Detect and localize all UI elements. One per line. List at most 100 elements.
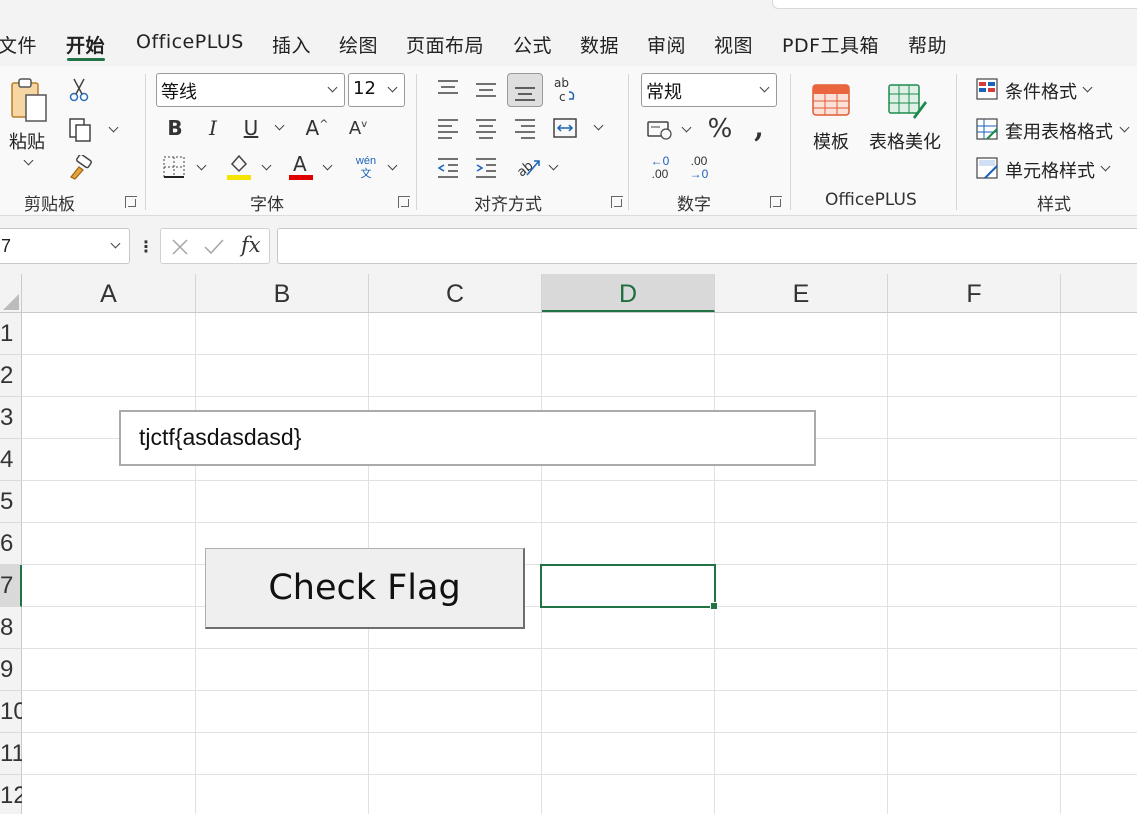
row-header-9[interactable]: 9 (0, 649, 22, 691)
column-header-f[interactable]: F (888, 274, 1061, 312)
decrease-font-size-button[interactable]: Av (343, 114, 373, 142)
enter-check-icon[interactable] (203, 238, 225, 256)
paste-button[interactable] (6, 76, 54, 126)
column-header-b[interactable]: B (196, 274, 369, 312)
align-bottom-button[interactable] (507, 73, 543, 107)
gridline (22, 396, 1137, 397)
font-size-select[interactable]: 12 (348, 73, 405, 107)
font-launcher-icon[interactable] (398, 196, 410, 208)
increase-font-size-button[interactable]: A^ (302, 114, 332, 142)
tab-view[interactable]: 视图 (714, 31, 753, 58)
accounting-format-button[interactable] (645, 116, 675, 144)
wrap-text-button[interactable]: ab c (551, 74, 581, 106)
search-box[interactable] (772, 0, 1137, 9)
alignment-launcher-icon[interactable] (611, 196, 623, 208)
align-middle-button[interactable] (472, 74, 500, 104)
decrease-indent-button[interactable] (434, 153, 462, 181)
row-header-6[interactable]: 6 (0, 523, 22, 565)
merge-center-button[interactable] (550, 114, 580, 142)
phonetic-button[interactable]: wén 文 (352, 152, 380, 184)
merge-dropdown-icon[interactable] (593, 120, 604, 131)
align-left-button[interactable] (434, 114, 462, 142)
tab-data[interactable]: 数据 (580, 31, 619, 58)
borders-dropdown-icon[interactable] (196, 160, 207, 171)
more-options-icon[interactable]: ⋮ (138, 234, 154, 260)
table-beautify-button[interactable] (884, 80, 928, 120)
row-header-2[interactable]: 2 (0, 355, 22, 397)
column-header-g[interactable] (1061, 274, 1137, 312)
row-header-1[interactable]: 1 (0, 313, 22, 355)
borders-button[interactable] (161, 154, 187, 180)
align-top-button[interactable] (434, 74, 462, 104)
number-format-select[interactable]: 常规 (641, 73, 777, 107)
clipboard-launcher-icon[interactable] (125, 196, 137, 208)
column-header-e[interactable]: E (715, 274, 888, 312)
chevron-down-icon[interactable] (1082, 82, 1093, 93)
fill-color-dropdown-icon[interactable] (261, 160, 272, 171)
underline-dropdown-icon[interactable] (274, 120, 285, 131)
chevron-down-icon[interactable] (1119, 122, 1130, 133)
svg-text:ab: ab (554, 76, 569, 90)
number-launcher-icon[interactable] (770, 196, 782, 208)
font-color-dropdown-icon[interactable] (322, 160, 333, 171)
table-format-button[interactable]: 套用表格格式 (1005, 118, 1113, 144)
underline-button[interactable]: U (238, 114, 264, 142)
row-header-8[interactable]: 8 (0, 607, 22, 649)
row-header-10[interactable]: 10 (0, 691, 22, 733)
column-header-d[interactable]: D (542, 274, 715, 312)
italic-button[interactable]: I (200, 114, 226, 142)
comma-style-button[interactable]: , (748, 111, 770, 144)
align-right-button[interactable] (511, 114, 539, 142)
select-all-button[interactable] (0, 274, 22, 312)
tab-officeplus[interactable]: OfficePLUS (136, 31, 244, 53)
increase-indent-button[interactable] (472, 153, 500, 181)
tab-pdf-toolbox[interactable]: PDF工具箱 (782, 31, 879, 58)
row-header-11[interactable]: 11 (0, 733, 22, 775)
flag-textbox[interactable]: tjctf{asdasdasd} (119, 410, 816, 466)
font-name-select[interactable]: 等线 (156, 73, 345, 107)
worksheet-grid[interactable] (22, 313, 1137, 814)
tab-review[interactable]: 审阅 (647, 31, 686, 58)
font-size-value: 12 (353, 78, 376, 99)
tab-draw[interactable]: 绘图 (339, 31, 378, 58)
cancel-icon[interactable] (171, 238, 189, 256)
row-header-7[interactable]: 7 (0, 565, 22, 607)
format-painter-button[interactable] (66, 154, 94, 182)
name-box[interactable]: 7 (0, 228, 130, 264)
orientation-dropdown-icon[interactable] (548, 160, 559, 171)
active-cell-d7[interactable] (540, 564, 718, 610)
align-center-button[interactable] (472, 114, 500, 142)
cut-button[interactable] (66, 76, 92, 104)
column-header-c[interactable]: C (369, 274, 542, 312)
tab-insert[interactable]: 插入 (272, 31, 311, 58)
column-header-a[interactable]: A (22, 274, 196, 312)
decrease-decimal-button[interactable]: .00 →0 (684, 152, 714, 184)
row-header-4[interactable]: 4 (0, 439, 22, 481)
tab-file[interactable]: 文件 (0, 31, 37, 58)
font-color-button[interactable]: A (288, 152, 314, 182)
copy-dropdown-icon[interactable] (108, 122, 119, 133)
row-header-12[interactable]: 12 (0, 775, 22, 814)
percent-button[interactable]: % (705, 114, 735, 144)
bold-button[interactable]: B (162, 114, 188, 142)
template-button[interactable] (810, 80, 854, 120)
tab-formulas[interactable]: 公式 (513, 31, 552, 58)
tab-help[interactable]: 帮助 (908, 31, 947, 58)
tab-home[interactable]: 开始 (66, 31, 105, 58)
increase-decimal-button[interactable]: ←0 .00 (645, 152, 675, 184)
row-header-5[interactable]: 5 (0, 481, 22, 523)
insert-function-button[interactable]: fx (241, 233, 261, 257)
paste-dropdown-icon[interactable] (23, 155, 34, 166)
copy-button[interactable] (66, 116, 94, 144)
cell-styles-button[interactable]: 单元格样式 (1005, 157, 1095, 183)
row-header-3[interactable]: 3 (0, 397, 22, 439)
conditional-format-button[interactable]: 条件格式 (1005, 78, 1077, 104)
check-flag-button[interactable]: Check Flag (205, 548, 525, 629)
orientation-button[interactable]: ab (514, 152, 544, 182)
phonetic-dropdown-icon[interactable] (387, 160, 398, 171)
tab-page-layout[interactable]: 页面布局 (406, 31, 484, 58)
fill-color-button[interactable] (226, 152, 252, 182)
formula-input[interactable] (277, 228, 1137, 264)
accounting-dropdown-icon[interactable] (681, 122, 692, 133)
chevron-down-icon[interactable] (1100, 161, 1111, 172)
